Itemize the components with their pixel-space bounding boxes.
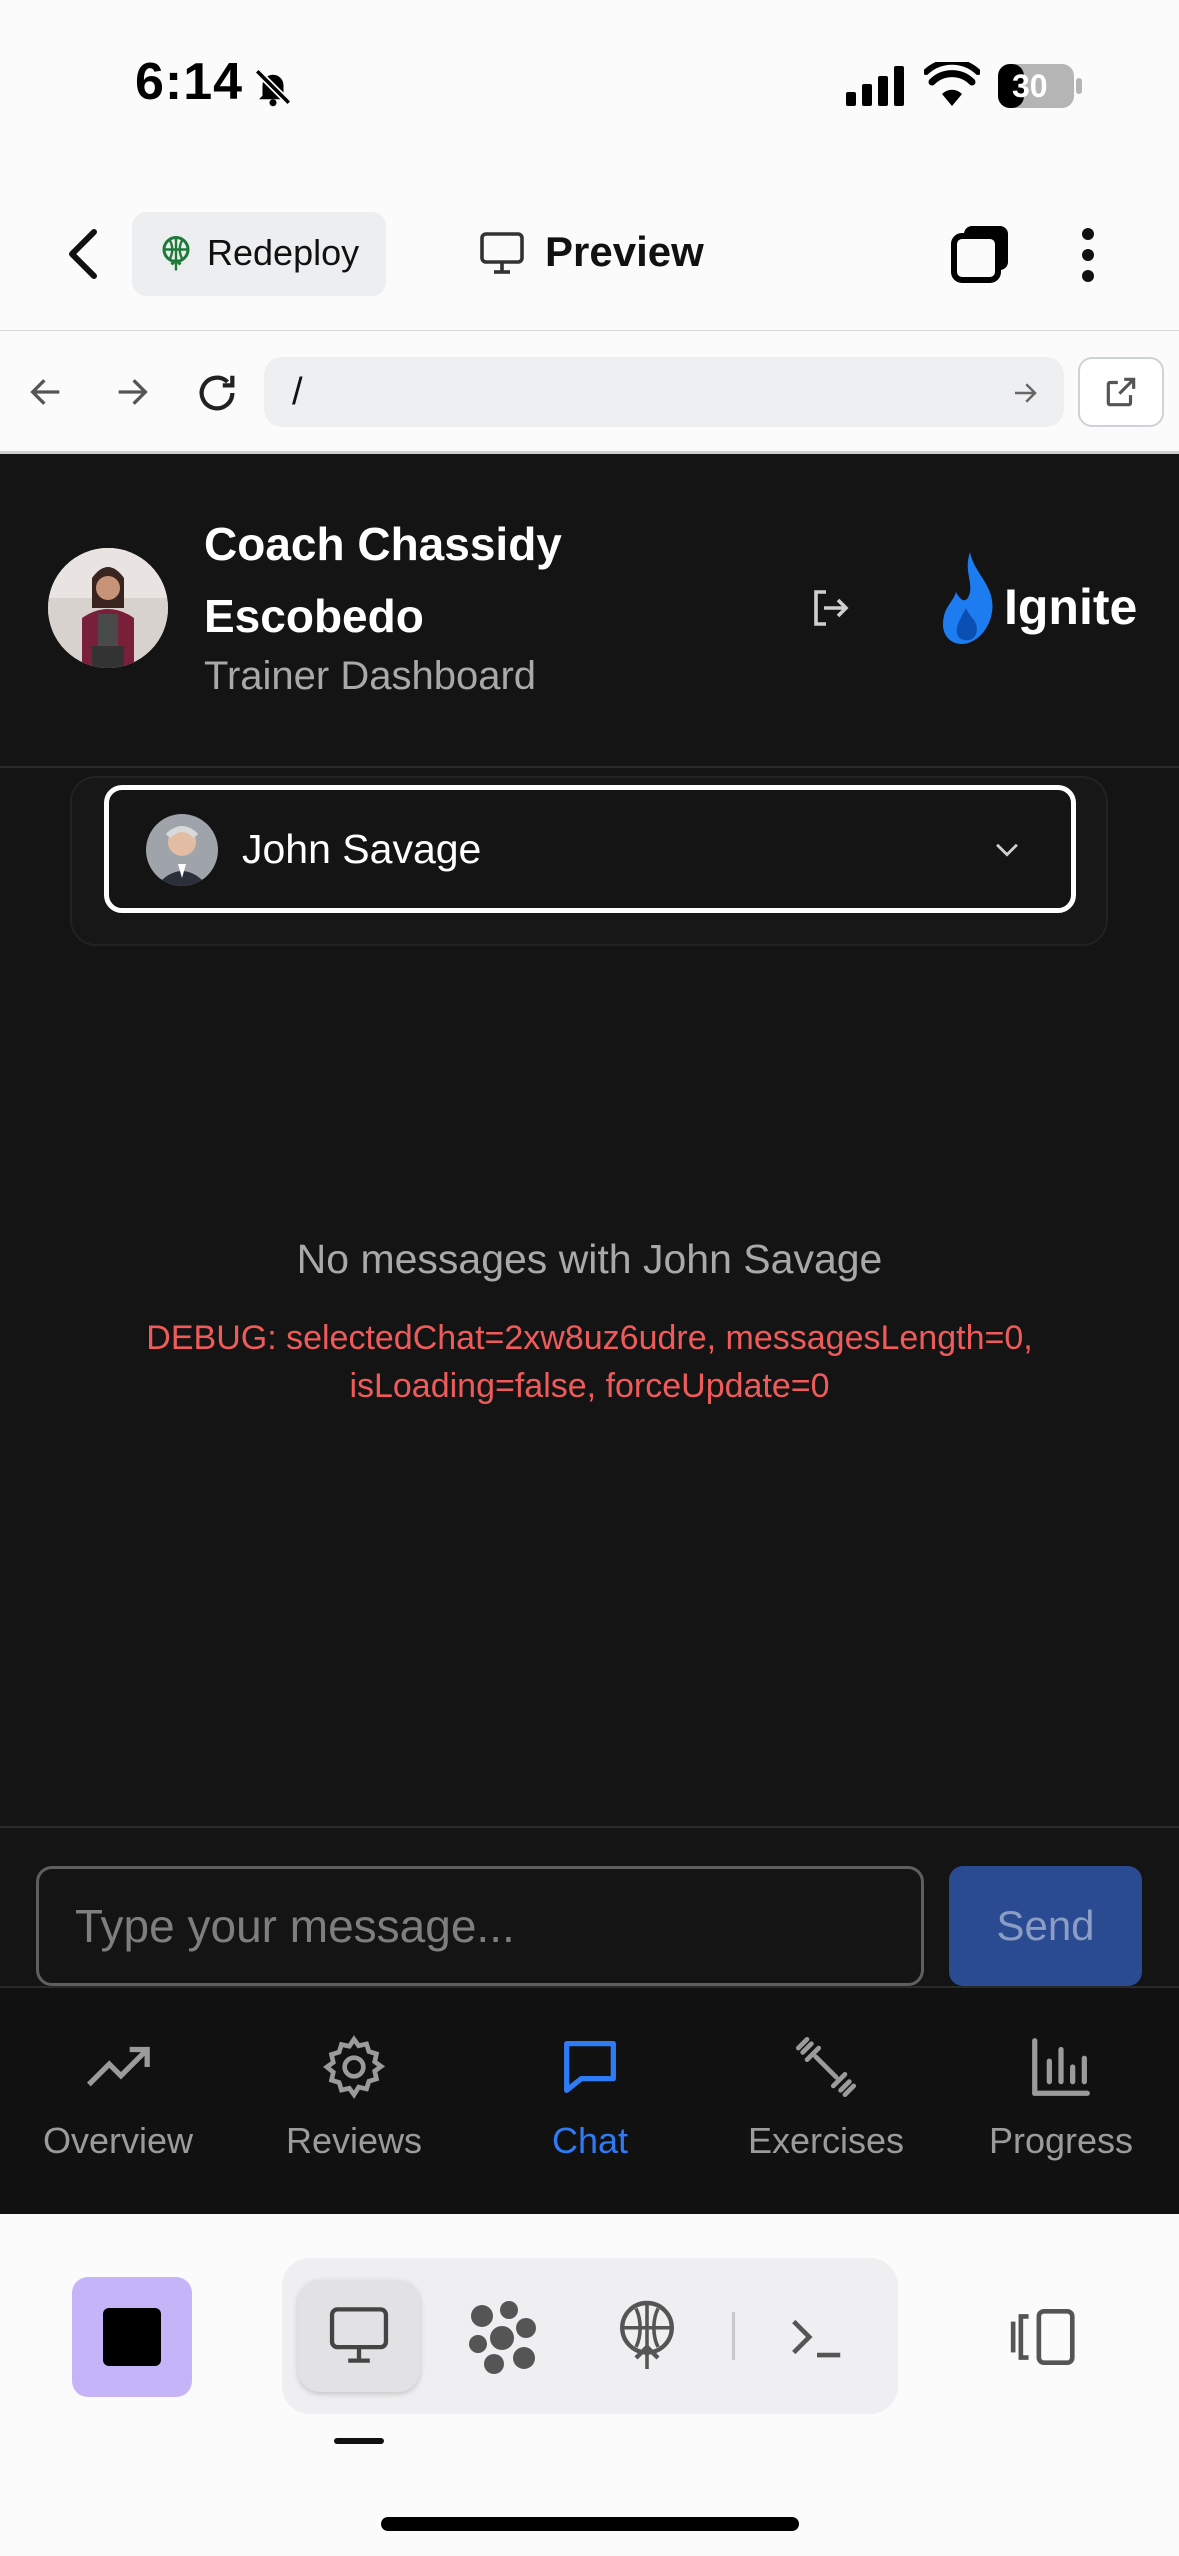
nav-label: Progress [988,2120,1134,2161]
debug-text: DEBUG: selectedChat=2xw8uz6udre, message… [100,1314,1079,1410]
nav-label: Overview [42,2120,194,2161]
bell-muted-icon [252,66,294,108]
selected-client-name: John Savage [242,826,482,872]
nav-item-exercises[interactable]: Exercises [708,1990,944,2210]
back-chevron-icon[interactable] [64,226,104,282]
empty-chat-message: No messages with John Savage [296,1236,883,1282]
trainer-dashboard-subtitle: Trainer Dashboard [204,654,537,698]
logout-icon[interactable] [806,584,854,632]
coach-name: Coach Chassidy Escobedo [204,518,562,642]
external-link-icon [1106,377,1136,407]
battery-level: 30 [1012,68,1048,104]
nav-label: Reviews [285,2120,423,2161]
monitor-icon [329,2307,389,2363]
send-button[interactable]: Send [949,1866,1142,1986]
status-time: 6:14 [135,53,244,111]
nav-item-progress[interactable]: Progress [943,1990,1179,2210]
tabs-icon[interactable] [950,222,1012,284]
battery-icon: 30 [998,64,1082,108]
debug-line: isLoading=false, forceUpdate=0 [349,1367,830,1405]
more-vertical-icon[interactable] [1080,226,1096,284]
bar-chart-icon [1026,2032,1096,2102]
terminal-icon[interactable] [786,2306,848,2368]
nav-item-overview[interactable]: Overview [0,1990,236,2210]
arrow-left-icon[interactable] [26,372,66,412]
dumbbell-icon [791,2032,861,2102]
nav-item-reviews[interactable]: Reviews [236,1990,472,2210]
desktop-mode-button[interactable] [298,2280,420,2392]
preview-tab[interactable]: Preview [545,228,704,276]
toolbar-divider [732,2312,735,2360]
deploy-globe-icon[interactable] [614,2296,680,2376]
monitor-icon [478,230,526,276]
redeploy-label: Redeploy [207,232,360,273]
home-indicator [381,2517,799,2531]
gear-icon [319,2032,389,2102]
debug-line: DEBUG: selectedChat=2xw8uz6udre, message… [146,1319,1033,1357]
nav-label: Exercises [747,2120,905,2161]
ignite-brand-text: Ignite [1004,579,1138,635]
active-mode-indicator [334,2438,384,2444]
message-input[interactable] [36,1866,924,1986]
client-avatar [146,814,218,886]
deploy-globe-icon [158,234,194,274]
coach-avatar [48,548,168,668]
open-external-button[interactable] [1078,357,1164,427]
chevron-down-icon [990,832,1024,866]
nav-item-chat[interactable]: Chat [472,1990,708,2210]
panel-layout-icon[interactable] [1008,2306,1080,2368]
ignite-flame-logo [940,552,996,644]
workflow-nodes-icon[interactable] [464,2298,542,2376]
url-input[interactable] [264,357,1064,427]
nav-label: Chat [551,2120,629,2161]
stop-icon [103,2308,161,2366]
wifi-icon [924,62,980,106]
url-go-icon[interactable] [1010,378,1040,408]
chat-bubble-icon [555,2032,625,2102]
reload-icon[interactable] [194,370,240,416]
cellular-signal-icon [846,66,906,106]
arrow-right-icon[interactable] [112,372,152,412]
trend-up-icon [83,2032,153,2102]
